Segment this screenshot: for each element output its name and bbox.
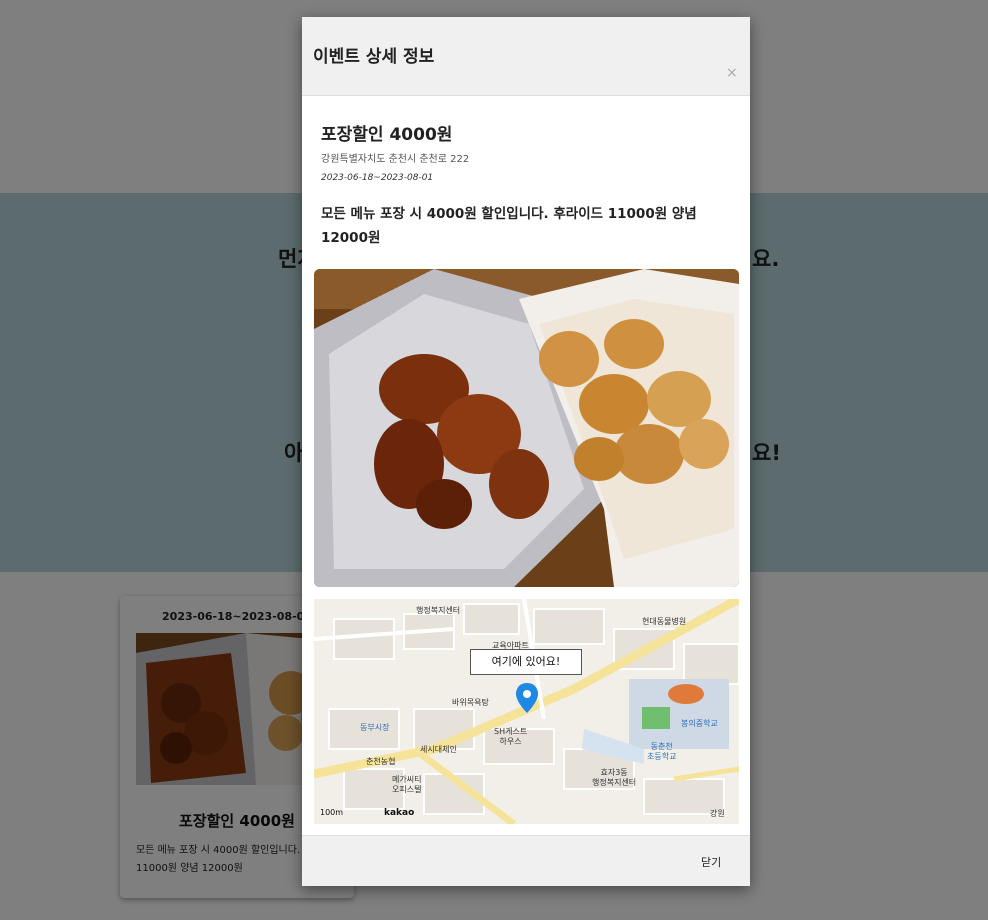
map-label-sh-guesthouse: SH게스트 하우스 (494, 727, 528, 746)
modal-header: 이벤트 상세 정보 × (302, 17, 750, 96)
map-label-dongbu-market: 동부시장 (360, 723, 390, 732)
map-label-mega-city: 메가씨티 오피스텔 (392, 775, 422, 794)
close-icon[interactable]: × (726, 66, 738, 80)
map-label-chuncheon-nonghyup: 춘천농협 (366, 757, 396, 766)
map-label-hyoja2-center: 행정복지센터 (416, 606, 461, 615)
event-date-range: 2023-06-18~2023-08-01 (321, 173, 434, 183)
event-address: 강원특별자치도 춘천시 춘천로 222 (321, 154, 470, 165)
event-detail-modal: 이벤트 상세 정보 × 포장할인 4000원 강원특별자치도 춘천시 춘천로 2… (302, 17, 750, 886)
event-location-map[interactable]: 여기에 있어요! 행정복지센터 현대동물병원 교육아파트 바위목욕탕 SH게스트… (314, 599, 739, 824)
map-marker-bubble: 여기에 있어요! (470, 649, 582, 675)
map-label-gyoyuk-apt: 교육아파트 (492, 641, 529, 650)
modal-footer: 닫기 (302, 835, 750, 886)
map-brand-logo: kakao (384, 808, 415, 818)
map-label-bongui-middle: 봉의중학교 (681, 719, 718, 728)
event-title: 포장할인 4000원 (321, 125, 453, 145)
map-tiles (314, 599, 739, 824)
map-label-hyeondae-hospital: 현대동물병원 (642, 617, 687, 626)
modal-title: 이벤트 상세 정보 (313, 47, 435, 67)
event-description: 모든 메뉴 포장 시 4000원 할인입니다. 후라이드 11000원 양념 1… (321, 206, 697, 246)
map-label-sesi-daeje: 세시대체인 (420, 745, 457, 754)
map-label-hyoja3-center: 효자3동 행정복지센터 (592, 768, 637, 787)
map-label-gangwon: 강원 (710, 809, 725, 818)
map-scale: 100m (320, 808, 344, 817)
close-button[interactable]: 닫기 (701, 854, 721, 870)
map-label-dongchuncheon-school: 동춘천 초등학교 (647, 742, 677, 761)
event-photo (314, 269, 739, 587)
map-label-bawi-bath: 바위목욕탕 (452, 698, 489, 707)
